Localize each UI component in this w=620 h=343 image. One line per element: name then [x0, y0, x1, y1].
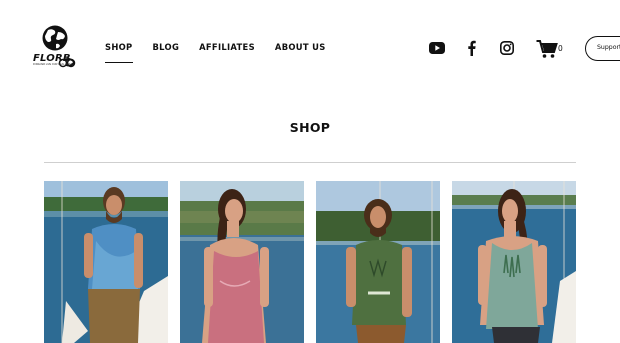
product-card[interactable] — [452, 181, 576, 343]
product-image[interactable] — [452, 181, 576, 343]
nav-blog[interactable]: BLOG — [153, 42, 180, 52]
product-card[interactable] — [316, 181, 440, 343]
facebook-icon[interactable] — [467, 40, 476, 56]
product-grid — [44, 181, 576, 343]
nav-shop[interactable]: SHOP — [105, 42, 133, 63]
page-title: SHOP — [289, 120, 331, 135]
product-card[interactable] — [180, 181, 304, 343]
nav-affiliates[interactable]: AFFILIATES — [199, 42, 255, 52]
support-button[interactable]: Support — [585, 36, 620, 61]
site-header: FLORB FOREVER LIVE OUR REAL BLISS SHOP B… — [0, 0, 620, 96]
product-image[interactable] — [44, 181, 168, 343]
product-card[interactable] — [44, 181, 168, 343]
youtube-icon[interactable] — [429, 42, 445, 54]
brand-tagline: FOREVER LIVE OUR REAL BLISS — [33, 63, 73, 66]
cart-count[interactable]: 0 — [558, 44, 563, 53]
nav-about-us[interactable]: ABOUT US — [275, 42, 326, 52]
cart-icon[interactable] — [536, 39, 558, 59]
title-divider — [44, 162, 576, 163]
product-image[interactable] — [180, 181, 304, 343]
product-image[interactable] — [316, 181, 440, 343]
main-nav: SHOP BLOG AFFILIATES ABOUT US — [105, 42, 346, 63]
instagram-icon[interactable] — [500, 41, 514, 55]
